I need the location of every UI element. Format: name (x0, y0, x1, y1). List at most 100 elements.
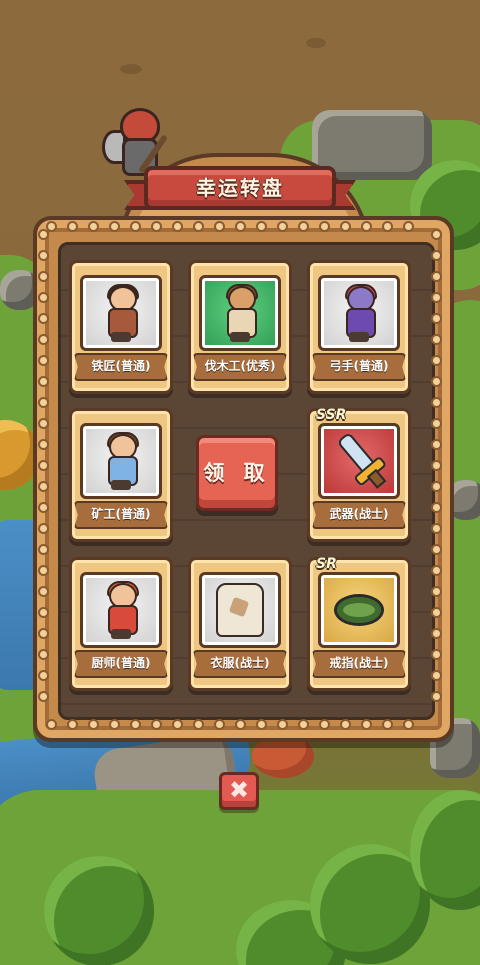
frame-rivet (40, 483, 47, 490)
frame-rivet (433, 420, 440, 427)
frame-rivet (111, 721, 118, 728)
frame-rivet (433, 609, 440, 616)
reward-label: 衣服(战士) (193, 650, 287, 678)
frame-rivet (174, 223, 181, 230)
frame-rivet (433, 651, 440, 658)
frame-rivet (40, 378, 47, 385)
frame-rivet (433, 504, 440, 511)
ground-spot (120, 64, 142, 74)
reward-label: 铁匠(普通) (74, 353, 168, 381)
frame-rivet (433, 315, 440, 322)
frame-rivet (433, 357, 440, 364)
claim-button[interactable]: 领 取 (196, 435, 278, 511)
frame-rivet (433, 231, 440, 238)
reward-card-ring[interactable]: SR 戒指(战士) (307, 556, 411, 691)
frame-rivet (321, 223, 328, 230)
frame-rivet (433, 399, 440, 406)
reward-card-lumberjack[interactable]: 伐木工(优秀) (188, 260, 292, 394)
frame-rivet (40, 546, 47, 553)
frame-rivet (40, 315, 47, 322)
frame-rivet (363, 721, 370, 728)
frame-rivet (153, 721, 160, 728)
frame-rivet (216, 223, 223, 230)
frame-rivet (40, 693, 47, 700)
reward-label: 弓手(普通) (312, 353, 406, 381)
sword-icon (335, 431, 388, 489)
frame-rivet (40, 630, 47, 637)
frame-rivet (40, 441, 47, 448)
reward-card-miner[interactable]: 矿工(普通) (69, 408, 173, 542)
panel-title: 幸运转盘 (196, 176, 284, 200)
tree-bush (44, 856, 154, 965)
reward-label: 厨师(普通) (74, 650, 168, 678)
frame-rivet (433, 252, 440, 259)
frame-rivet (216, 721, 223, 728)
frame-rivet (40, 672, 47, 679)
miner-character-icon (99, 432, 143, 490)
reward-label: 矿工(普通) (74, 501, 168, 529)
frame-rivet (384, 721, 391, 728)
frame-rivet (69, 721, 76, 728)
frame-rivet (433, 294, 440, 301)
frame-rivet (433, 462, 440, 469)
reward-card-chef[interactable]: 厨师(普通) (69, 557, 173, 691)
frame-rivet (363, 223, 370, 230)
frame-rivet (384, 223, 391, 230)
frame-rivet (111, 223, 118, 230)
frame-rivet (40, 525, 47, 532)
frame-rivet (40, 357, 47, 364)
frame-rivet (237, 721, 244, 728)
frame-rivet (321, 721, 328, 728)
frame-rivet (279, 721, 286, 728)
frame-rivet (40, 420, 47, 427)
ring-icon (334, 594, 384, 626)
frame-rivet (237, 223, 244, 230)
ground-spot (306, 38, 326, 48)
frame-rivet (258, 721, 265, 728)
frame-rivet (40, 588, 47, 595)
reward-card-weapon[interactable]: SSR 武器(战士) (307, 407, 411, 542)
frame-rivet (433, 525, 440, 532)
frame-rivet (405, 223, 412, 230)
archer-character-icon (337, 284, 381, 342)
reward-label: 伐木工(优秀) (193, 353, 287, 381)
frame-rivet (433, 441, 440, 448)
frame-rivet (195, 721, 202, 728)
frame-rivet (40, 399, 47, 406)
frame-rivet (433, 546, 440, 553)
frame-rivet (433, 483, 440, 490)
frame-rivet (433, 672, 440, 679)
frame-rivet (40, 336, 47, 343)
frame-rivet (40, 567, 47, 574)
reward-card-clothes[interactable]: 衣服(战士) (188, 557, 292, 691)
lumberjack-monkey-icon (218, 284, 262, 342)
frame-rivet (90, 721, 97, 728)
frame-rivet (40, 273, 47, 280)
frame-rivet (40, 252, 47, 259)
frame-rivet (40, 609, 47, 616)
frame-rivet (433, 588, 440, 595)
rarity-badge: SR (316, 556, 337, 572)
frame-rivet (258, 223, 265, 230)
shirt-icon (216, 583, 264, 637)
reward-label: 武器(战士) (312, 501, 406, 529)
frame-rivet (279, 223, 286, 230)
reward-card-blacksmith[interactable]: 铁匠(普通) (69, 260, 173, 394)
frame-rivet (48, 721, 55, 728)
frame-rivet (433, 378, 440, 385)
frame-rivet (174, 721, 181, 728)
frame-rivet (433, 693, 440, 700)
frame-rivet (90, 223, 97, 230)
frame-rivet (433, 567, 440, 574)
frame-rivet (40, 651, 47, 658)
frame-rivet (433, 273, 440, 280)
frame-rivet (342, 721, 349, 728)
frame-rivet (132, 223, 139, 230)
frame-rivet (69, 223, 76, 230)
reward-card-archer[interactable]: 弓手(普通) (307, 260, 411, 394)
close-button[interactable]: ✖ (219, 772, 259, 810)
frame-rivet (153, 223, 160, 230)
title-ribbon: 幸运转盘 (124, 166, 356, 210)
frame-rivet (342, 223, 349, 230)
frame-rivet (433, 336, 440, 343)
